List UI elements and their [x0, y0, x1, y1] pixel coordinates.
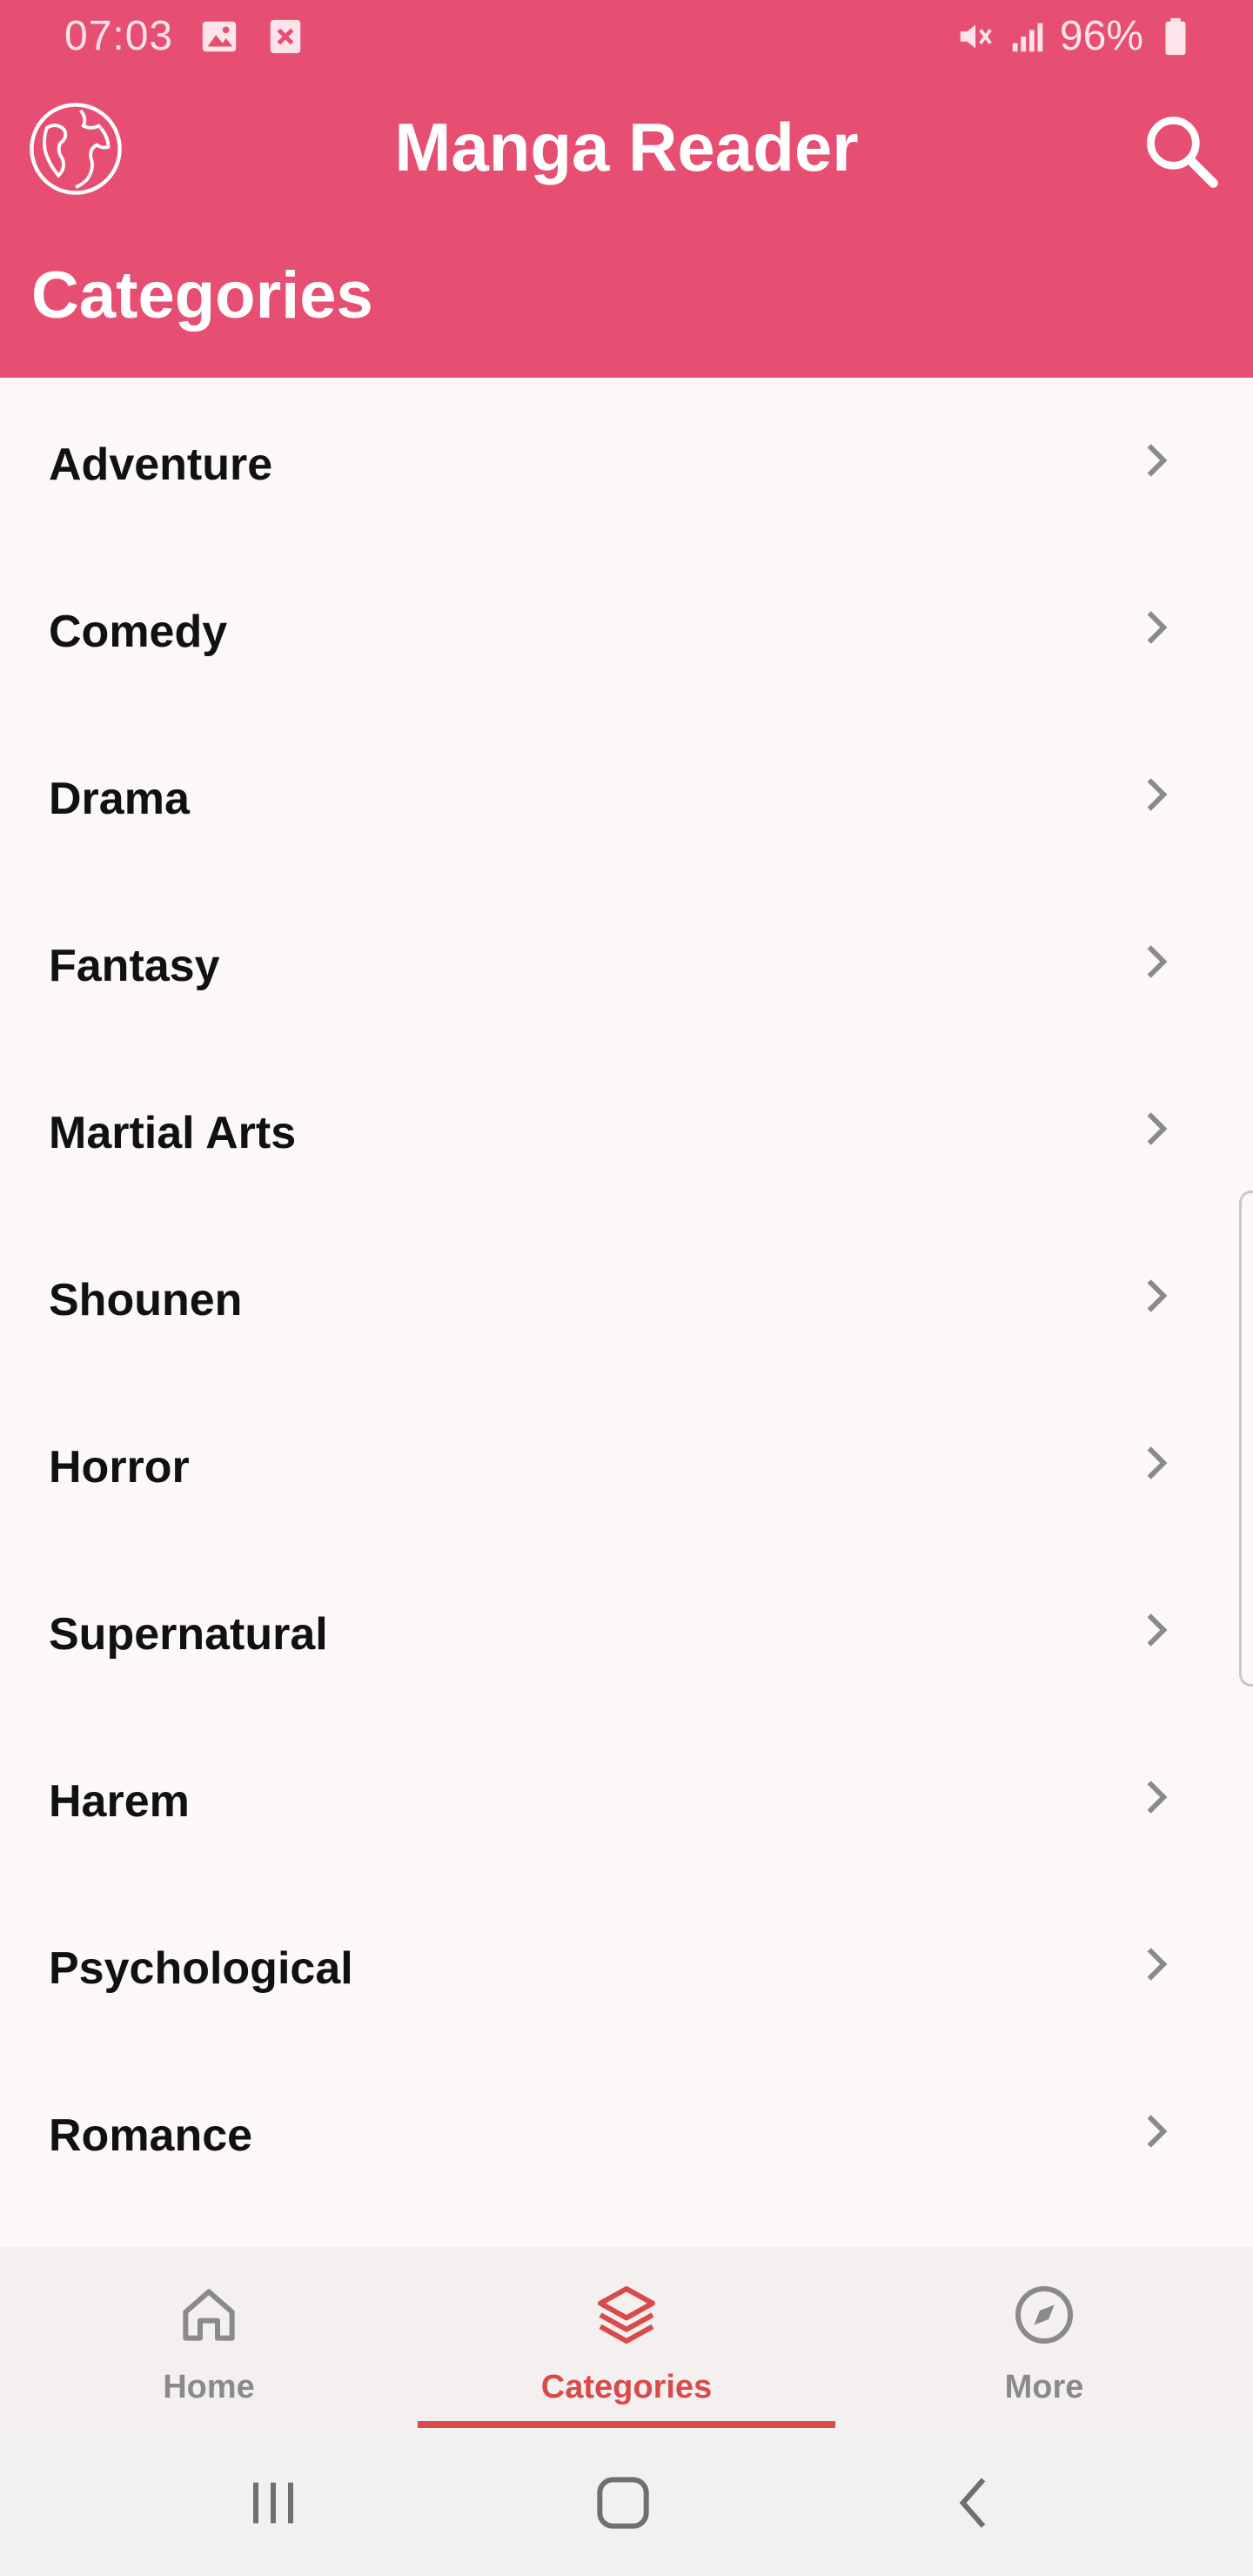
back-icon[interactable] [940, 2468, 1009, 2538]
category-label: Psychological [49, 1943, 353, 1994]
layers-icon [598, 2286, 655, 2344]
category-item[interactable]: Comedy [0, 545, 1253, 712]
chevron-right-icon [1147, 2115, 1168, 2148]
app-bar: Manga Reader [0, 87, 1253, 209]
tab-home-label: Home [163, 2369, 255, 2405]
chevron-right-icon [1147, 1112, 1168, 1145]
category-label: Martial Arts [49, 1108, 297, 1158]
active-tab-indicator [418, 2421, 835, 2428]
battery-percentage: 96% [1059, 13, 1143, 59]
system-navigation-bar [0, 2430, 1253, 2576]
app-title: Manga Reader [394, 109, 859, 185]
category-label: Romance [49, 2110, 253, 2161]
chevron-right-icon [1147, 1446, 1168, 1479]
category-label: Harem [49, 1776, 190, 1827]
compass-icon [1015, 2286, 1073, 2344]
category-item[interactable]: Martial Arts [0, 1046, 1253, 1213]
category-item[interactable]: Drama [0, 712, 1253, 879]
status-time: 07:03 [64, 13, 174, 59]
category-label: Horror [49, 1442, 190, 1493]
bottom-navigation: Home Categories More [0, 2247, 1253, 2430]
category-label: Shounen [49, 1275, 243, 1325]
home-system-icon[interactable] [588, 2468, 658, 2538]
category-list: Adventure Comedy Drama Fantasy Martial A… [0, 378, 1253, 2247]
category-label: Comedy [49, 607, 228, 657]
category-item[interactable]: Supernatural [0, 1547, 1253, 1714]
recent-apps-icon[interactable] [238, 2468, 308, 2538]
category-label: Supernatural [49, 1609, 328, 1660]
tab-more[interactable]: More [835, 2247, 1253, 2430]
category-item[interactable]: Psychological [0, 1882, 1253, 2049]
home-icon [183, 2289, 235, 2341]
category-label: Fantasy [49, 941, 220, 991]
battery-icon [1165, 17, 1186, 55]
mute-icon [960, 24, 992, 48]
chevron-right-icon [1147, 1948, 1168, 1981]
chevron-right-icon [1147, 611, 1168, 644]
scroll-handle[interactable] [1239, 1191, 1253, 1687]
app-header: 07:03 96% Manga Reader Categories [0, 0, 1253, 378]
chevron-right-icon [1147, 1279, 1168, 1312]
search-icon[interactable] [1140, 110, 1223, 193]
section-title: Categories [31, 258, 373, 332]
category-label: Adventure [49, 439, 273, 490]
category-item[interactable]: Adventure [0, 378, 1253, 545]
category-item[interactable]: Fantasy [0, 879, 1253, 1046]
image-notification-icon [202, 21, 237, 51]
category-item[interactable]: Harem [0, 1714, 1253, 1882]
category-item[interactable]: Shounen [0, 1213, 1253, 1380]
category-item[interactable]: Romance [0, 2049, 1253, 2216]
chevron-right-icon [1147, 1781, 1168, 1814]
chevron-right-icon [1147, 1613, 1168, 1647]
chevron-right-icon [1147, 444, 1168, 477]
chevron-right-icon [1147, 778, 1168, 811]
signal-icon [1012, 23, 1043, 51]
category-item[interactable]: Horror [0, 1380, 1253, 1547]
tab-home[interactable]: Home [0, 2247, 418, 2430]
tab-categories[interactable]: Categories [418, 2247, 835, 2430]
chevron-right-icon [1147, 945, 1168, 978]
tab-categories-label: Categories [540, 2369, 713, 2405]
status-bar: 07:03 96% [0, 0, 1253, 75]
close-notification-icon [270, 19, 301, 53]
category-label: Drama [49, 774, 190, 824]
tab-more-label: More [1004, 2369, 1084, 2405]
